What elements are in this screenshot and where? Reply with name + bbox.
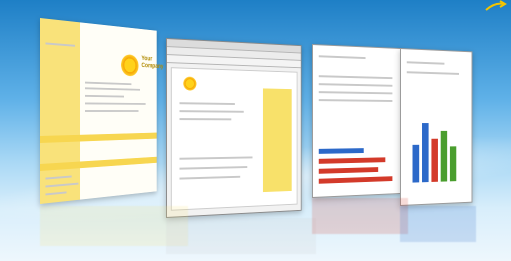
text-line [318, 83, 393, 87]
letter-document: Your Company [40, 18, 163, 204]
browser-reflection [166, 218, 316, 254]
text-line [179, 175, 241, 180]
chart-column [412, 144, 420, 183]
text-line [84, 110, 139, 112]
report-bar [318, 157, 386, 164]
report-bar [318, 148, 364, 154]
text-line [84, 94, 125, 98]
text-line [84, 81, 132, 86]
text-line [318, 75, 393, 80]
text-line [318, 55, 366, 60]
report-bar [318, 167, 379, 174]
background-scene: Your Company [0, 0, 511, 261]
chart-column [422, 123, 429, 183]
sun-logo-icon [121, 53, 139, 77]
text-line [179, 118, 232, 121]
report-bar [318, 176, 393, 184]
arrow-icon [485, 0, 507, 11]
report-document [312, 44, 403, 198]
browser-document [166, 38, 302, 218]
chart-column [449, 146, 457, 182]
chart-document [400, 48, 473, 206]
text-line [318, 99, 393, 102]
text-line [179, 110, 244, 113]
text-line [318, 91, 393, 95]
text-line [179, 102, 235, 105]
text-line [84, 102, 146, 105]
text-line [84, 87, 141, 91]
text-line [179, 156, 253, 160]
text-line [406, 61, 445, 65]
chart-column [440, 130, 448, 182]
page-yellow-sidebar [262, 88, 292, 193]
sun-logo-icon [183, 76, 197, 91]
browser-page [170, 67, 298, 211]
chart-reflection [400, 206, 476, 242]
report-reflection [312, 198, 408, 234]
company-name: Your Company [141, 55, 164, 70]
chart-column [431, 138, 438, 182]
text-line [179, 166, 248, 170]
text-line [406, 71, 459, 75]
